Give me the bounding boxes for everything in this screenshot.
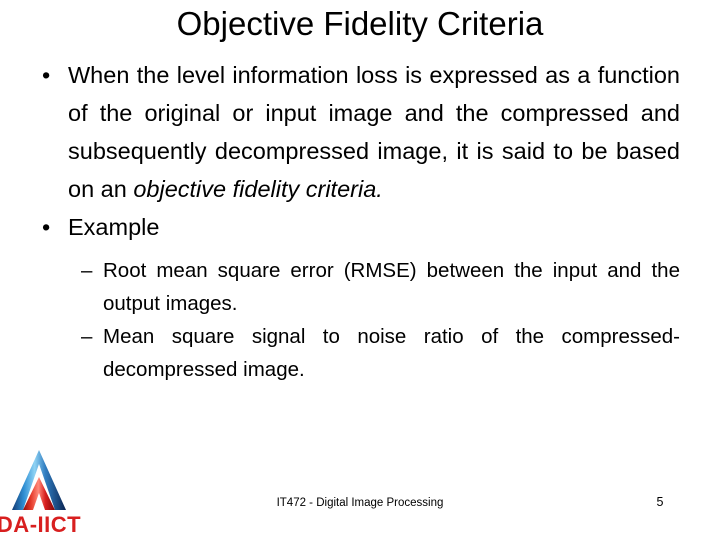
bullet-marker-icon: • [42, 62, 51, 88]
list-item: – Root mean square error (RMSE) between … [30, 254, 680, 320]
page-number: 5 [656, 495, 664, 509]
list-item-text-italic: objective fidelity criteria. [133, 176, 383, 202]
bullet-marker-icon: • [42, 214, 51, 240]
page-title: Objective Fidelity Criteria [176, 5, 544, 42]
footer-course-label: IT472 - Digital Image Processing [276, 497, 444, 509]
sub-list: – Root mean square error (RMSE) between … [30, 254, 680, 386]
list-item: • Example [30, 208, 680, 246]
list-item-text: Root mean square error (RMSE) between th… [103, 259, 680, 315]
daiict-logo: DA-IICT [0, 444, 102, 540]
logo-wordmark: DA-IICT [0, 512, 81, 537]
sub-bullet-dash-icon: – [81, 259, 93, 282]
list-item-text: Mean square signal to noise ratio of the… [103, 325, 680, 381]
daiict-logo-icon: DA-IICT [0, 450, 81, 537]
slide-body: • When the level information loss is exp… [30, 56, 680, 386]
sub-bullet-dash-icon: – [81, 325, 93, 348]
list-item: • When the level information loss is exp… [30, 56, 680, 208]
list-item: – Mean square signal to noise ratio of t… [30, 320, 680, 386]
list-item-text: Example [68, 214, 160, 240]
list-item-text: When the level information loss is expre… [68, 56, 680, 208]
slide: Objective Fidelity Criteria • When the l… [0, 0, 720, 540]
